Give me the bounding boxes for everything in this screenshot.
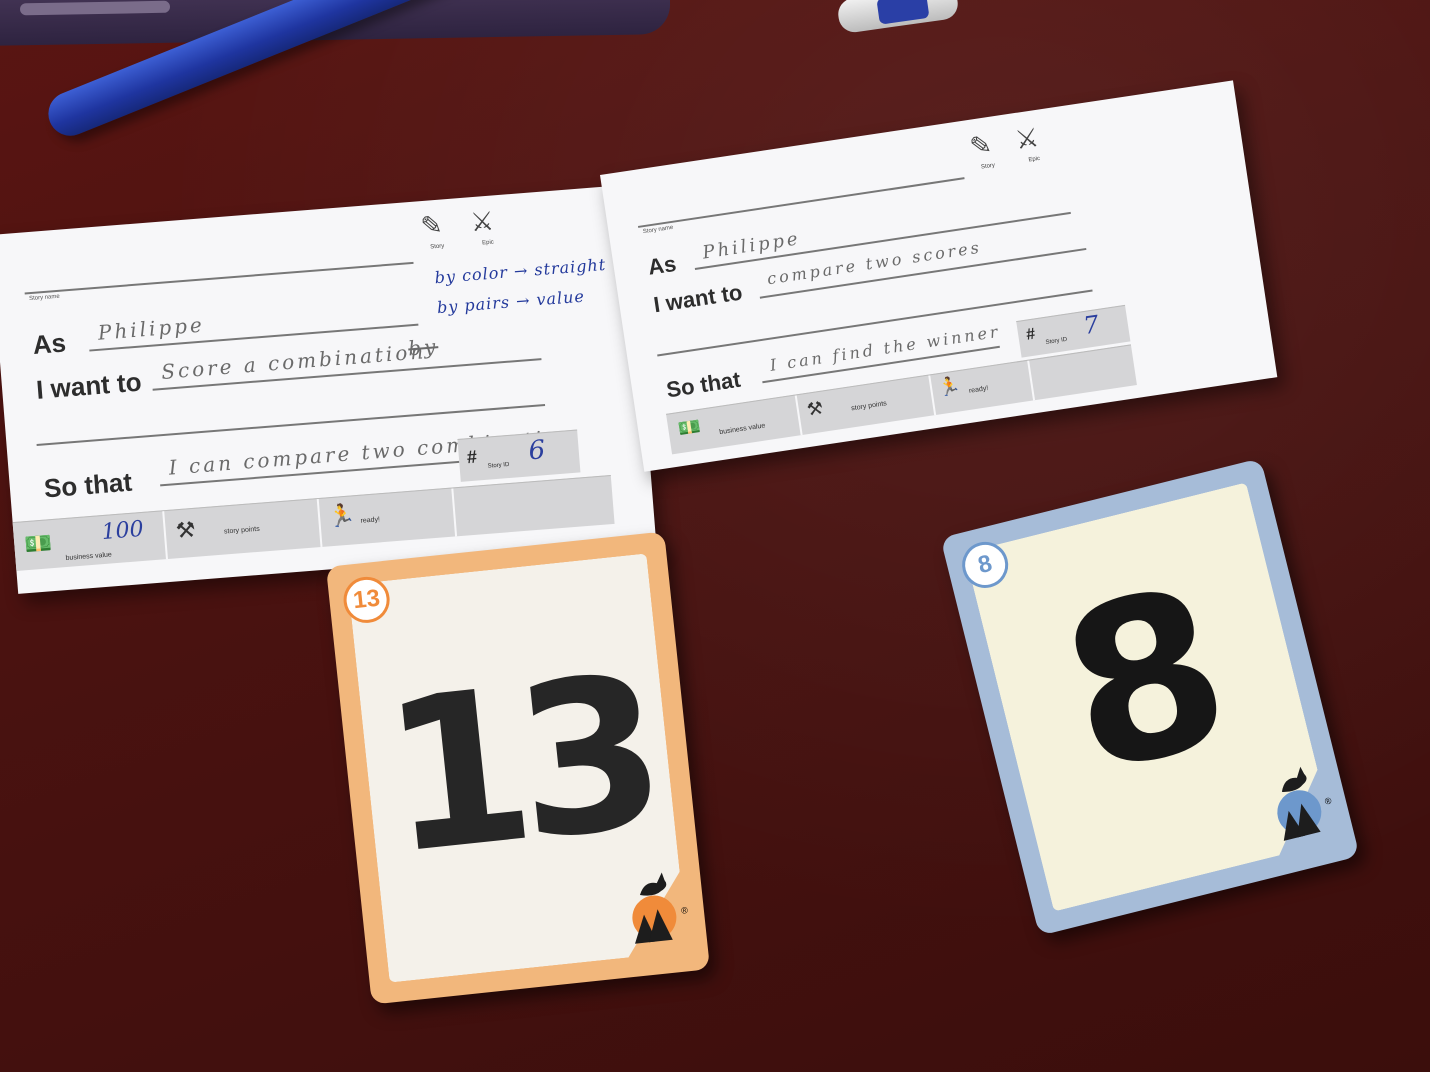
want-label: I want to [35, 366, 143, 405]
story-icon: ✎ [967, 128, 994, 162]
business-value-cell: 💵 100 business value [12, 511, 168, 571]
epic-tag-label: Epic [481, 239, 495, 247]
runner-icon: 🏃 [936, 375, 962, 399]
business-value: 100 [100, 516, 145, 546]
ready-cell: 🏃 ready! [316, 488, 458, 548]
ready-caption: ready! [968, 384, 989, 395]
story-name-caption: Story name [28, 293, 60, 303]
want-struck: by [407, 334, 440, 361]
tabletop: ✎ Story ⚔ Epic Story name As Philippe by… [0, 0, 1430, 1072]
story-id-caption: Story ID [1045, 336, 1068, 346]
story-points-cell: ⚒ story points [794, 375, 937, 436]
business-value-caption: business value [65, 551, 113, 563]
shovel-icon: ⚒ [174, 516, 197, 544]
story-tag-label: Story [980, 162, 996, 171]
story-card-1: ✎ Story ⚔ Epic Story name As Philippe by… [0, 184, 657, 594]
story-card-2: ✎ Story ⚔ Epic Story name As Philippe I … [600, 80, 1278, 472]
want-label: I want to [651, 279, 744, 318]
epic-tag-label: Epic [1028, 155, 1041, 164]
registered-mark: ® [680, 905, 689, 916]
as-label: As [646, 250, 678, 280]
shovel-icon: ⚒ [805, 397, 825, 420]
story-tag-label: Story [430, 243, 445, 251]
ready-caption: ready! [360, 516, 381, 525]
planning-poker-card-8: 8 8 ® [940, 458, 1360, 936]
story-icon: ✎ [419, 209, 444, 242]
epic-icon: ⚔ [1013, 121, 1041, 156]
story-points-caption: story points [850, 400, 888, 413]
money-icon: 💵 [23, 530, 53, 558]
money-icon: 💵 [676, 415, 703, 440]
business-value-caption: business value [718, 422, 766, 437]
story-id-value: 6 [527, 435, 547, 467]
so-label: So that [42, 466, 134, 504]
business-value-cell: 💵 business value [666, 395, 803, 455]
want-note-1: by color → straight [433, 254, 607, 288]
as-value: Philippe [97, 312, 206, 345]
story-id-caption: Story ID [487, 461, 510, 470]
goat-logo-icon [619, 861, 688, 956]
registered-mark: ® [1323, 795, 1333, 807]
runner-icon: 🏃 [327, 502, 357, 530]
hash-icon: # [466, 446, 478, 468]
epic-icon: ⚔ [469, 205, 495, 238]
hash-icon: # [1025, 325, 1037, 344]
story-name-line [637, 177, 965, 228]
as-label: As [31, 327, 68, 360]
ready-cell: 🏃 ready! [928, 360, 1036, 416]
story-id-value: 7 [1081, 310, 1101, 341]
story-points-cell: ⚒ story points [162, 499, 323, 560]
planning-poker-card-13: 13 13 ® [325, 531, 711, 1005]
so-value: I can find the winner [768, 321, 1002, 375]
marker-band [876, 0, 930, 25]
laptop-slot [19, 0, 171, 16]
as-value: Philippe [701, 228, 802, 264]
white-marker [836, 0, 960, 35]
story-name-line [24, 261, 414, 294]
story-id-box: # Story ID 6 [457, 429, 581, 482]
want-note-2: by pairs → value [436, 286, 586, 318]
story-points-caption: story points [223, 525, 260, 536]
so-label: So that [664, 366, 743, 403]
story-name-caption: Story name [642, 224, 674, 236]
